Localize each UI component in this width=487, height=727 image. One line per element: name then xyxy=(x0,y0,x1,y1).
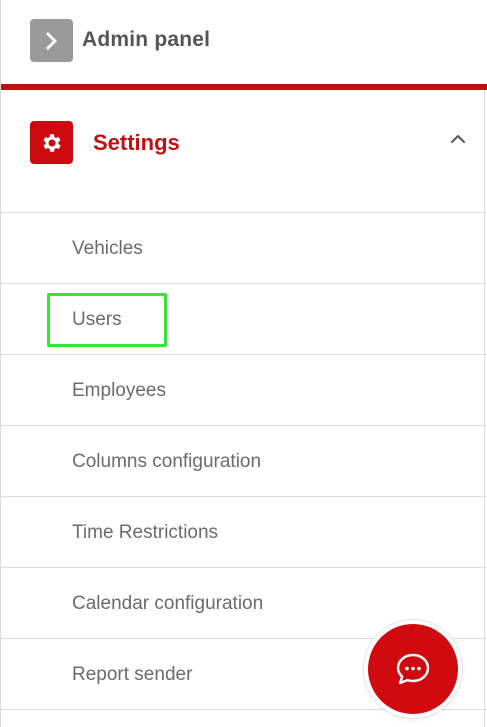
settings-title: Settings xyxy=(93,130,180,155)
menu-item-columns-configuration[interactable]: Columns configuration xyxy=(1,426,487,497)
chat-bubble-icon xyxy=(396,653,430,685)
menu-item-users[interactable]: Users xyxy=(1,284,487,355)
chevron-up-icon[interactable] xyxy=(449,132,467,146)
chat-button[interactable] xyxy=(368,624,458,714)
menu-item-label: Calendar configuration xyxy=(72,593,264,614)
admin-sidebar: Admin panel Settings Vehicles Users Empl… xyxy=(0,0,487,727)
menu-item-time-restrictions[interactable]: Time Restrictions xyxy=(1,497,487,568)
settings-section-header[interactable]: Settings xyxy=(1,90,487,212)
menu-item-label: Vehicles xyxy=(72,238,143,259)
menu-item-label: Time Restrictions xyxy=(72,522,219,543)
menu-item-label: Columns configuration xyxy=(72,451,262,472)
menu-item-label: Employees xyxy=(72,380,166,401)
settings-icon-badge xyxy=(30,121,73,164)
sidebar-toggle-button[interactable] xyxy=(30,19,73,62)
menu-item-employees[interactable]: Employees xyxy=(1,355,487,426)
gear-icon xyxy=(42,133,61,152)
admin-panel-header: Admin panel xyxy=(1,0,487,84)
menu-item-label: Report sender xyxy=(72,664,193,685)
admin-panel-title: Admin panel xyxy=(82,28,211,51)
chevron-right-icon xyxy=(46,32,56,49)
menu-item-vehicles[interactable]: Vehicles xyxy=(1,213,487,284)
menu-item-label: Users xyxy=(72,309,122,330)
